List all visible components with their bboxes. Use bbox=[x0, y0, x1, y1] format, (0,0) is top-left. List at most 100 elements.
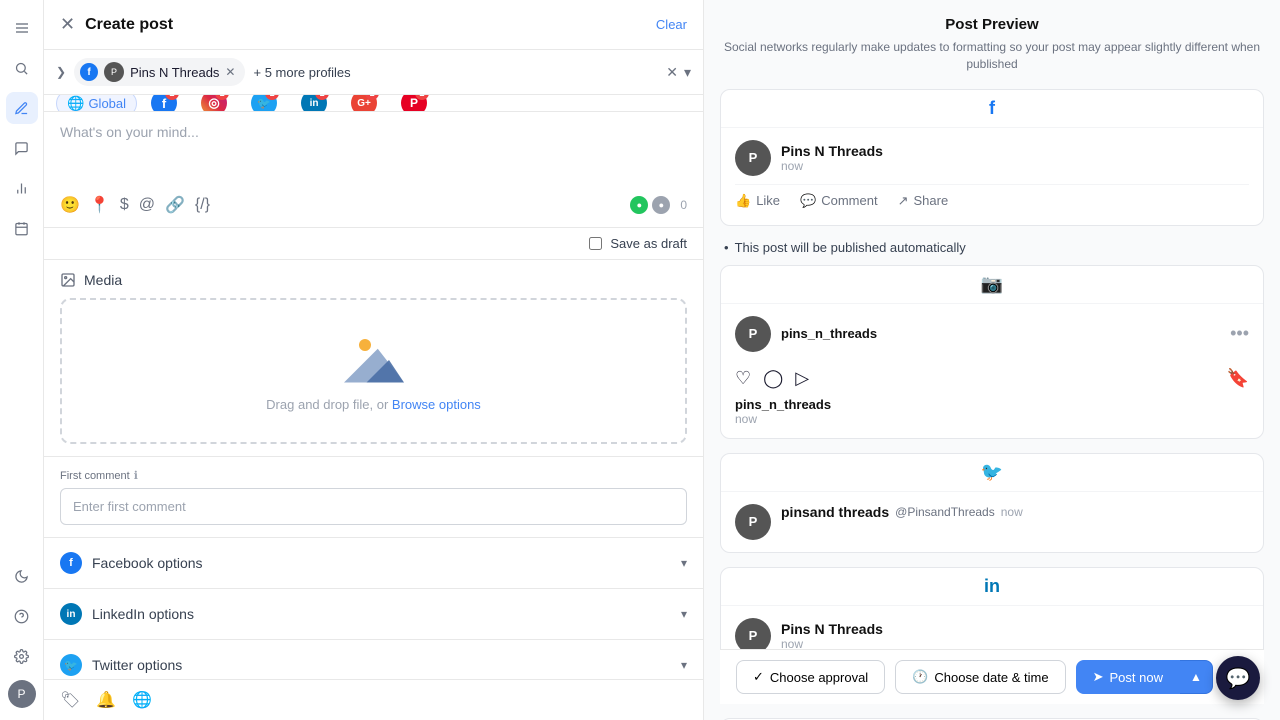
choose-date-time-button[interactable]: 🕐 Choose date & time bbox=[895, 660, 1065, 694]
emoji-icon[interactable]: 🙂 bbox=[60, 195, 80, 215]
like-icon: 👍 bbox=[735, 193, 751, 209]
post-now-caret-button[interactable]: ▲ bbox=[1180, 660, 1213, 694]
image-placeholder-icon bbox=[344, 330, 404, 385]
location-icon[interactable]: 📍 bbox=[90, 195, 110, 215]
linkedin-preview-logo: in bbox=[984, 576, 1000, 597]
code-icon[interactable]: {/} bbox=[195, 196, 210, 214]
facebook-options-left: f Facebook options bbox=[60, 552, 203, 574]
composer-toolbar: 🙂 📍 $ @ 🔗 {/} ● ● 0 bbox=[60, 195, 687, 215]
instagram-name-caption: pins_n_threads bbox=[735, 397, 1249, 412]
facebook-icon: f bbox=[80, 63, 98, 81]
nav-help-icon[interactable] bbox=[6, 600, 38, 632]
facebook-preview-time: now bbox=[781, 159, 883, 173]
linkedin-options-header[interactable]: in LinkedIn options ▾ bbox=[44, 589, 703, 639]
save-draft-checkbox[interactable] bbox=[589, 237, 602, 250]
dropdown-profiles-icon[interactable]: ▾ bbox=[684, 64, 691, 81]
facebook-preview-name: Pins N Threads bbox=[781, 143, 883, 159]
tab-global[interactable]: 🌐 Global bbox=[56, 95, 137, 112]
comment-icon: 💬 bbox=[800, 193, 816, 209]
tab-linkedin[interactable]: in 1 bbox=[291, 95, 337, 112]
composer-input[interactable] bbox=[60, 124, 687, 184]
nav-analytics-icon[interactable] bbox=[6, 172, 38, 204]
tab-global-label: Global bbox=[88, 96, 126, 111]
facebook-preview-body: P Pins N Threads now 👍 Like 💬 Comment bbox=[721, 128, 1263, 225]
close-button[interactable]: ✕ bbox=[60, 14, 75, 35]
create-post-panel: ✕ Create post Clear ❯ f P Pins N Threads… bbox=[44, 0, 704, 720]
link-icon[interactable]: 🔗 bbox=[165, 195, 185, 215]
facebook-options-chevron: ▾ bbox=[681, 556, 687, 570]
composer: 🙂 📍 $ @ 🔗 {/} ● ● 0 bbox=[44, 112, 703, 228]
facebook-tab-icon: f 2 bbox=[151, 95, 177, 112]
facebook-preview-logo: f bbox=[989, 98, 995, 119]
more-profiles-button[interactable]: + 5 more profiles bbox=[253, 65, 350, 80]
twitter-preview-avatar: P bbox=[735, 504, 771, 540]
tab-facebook[interactable]: f 2 bbox=[141, 95, 187, 112]
share-icon: ↗ bbox=[898, 193, 909, 209]
left-sidebar: P bbox=[0, 0, 44, 720]
chat-bubble-button[interactable]: 💬 bbox=[1216, 656, 1260, 700]
clock-icon: 🕐 bbox=[912, 669, 928, 685]
facebook-options-header[interactable]: f Facebook options ▾ bbox=[44, 538, 703, 588]
globe-icon: 🌐 bbox=[67, 95, 84, 112]
instagram-actions: ♡ ◯ ▷ 🔖 bbox=[735, 360, 1249, 397]
status-dot-green: ● bbox=[630, 196, 648, 214]
nav-search-icon[interactable] bbox=[6, 52, 38, 84]
ig-bookmark-icon[interactable]: 🔖 bbox=[1227, 368, 1249, 389]
facebook-share-btn[interactable]: ↗ Share bbox=[898, 193, 949, 209]
save-draft-row: Save as draft bbox=[44, 228, 703, 260]
nav-settings-icon[interactable] bbox=[6, 640, 38, 672]
action-buttons-bar: ✓ Choose approval 🕐 Choose date & time ➤… bbox=[720, 649, 1264, 704]
profile-chip[interactable]: f P Pins N Threads ✕ bbox=[74, 58, 245, 86]
instagram-preview-avatar: P bbox=[735, 316, 771, 352]
first-comment-section: First comment ℹ bbox=[44, 457, 703, 538]
remove-chip-button[interactable]: ✕ bbox=[225, 65, 235, 79]
nav-menu-icon[interactable] bbox=[6, 12, 38, 44]
clear-button[interactable]: Clear bbox=[656, 17, 687, 32]
toolbar-tag-icon[interactable]: 🏷 bbox=[60, 690, 80, 710]
ig-heart-icon[interactable]: ♡ bbox=[735, 368, 751, 389]
nav-calendar-icon[interactable] bbox=[6, 212, 38, 244]
tab-instagram[interactable]: ◎ 1 bbox=[191, 95, 237, 112]
facebook-preview-actions: 👍 Like 💬 Comment ↗ Share bbox=[735, 184, 1249, 213]
toolbar-globe-icon[interactable]: 🌐 bbox=[132, 690, 152, 710]
like-label: Like bbox=[756, 193, 780, 208]
network-tabs: 🌐 Global f 2 ◎ 1 🐦 1 in 1 bbox=[44, 95, 703, 112]
facebook-badge: 2 bbox=[165, 95, 179, 100]
browse-options-link[interactable]: Browse options bbox=[392, 397, 481, 412]
tab-pinterest[interactable]: P 2 bbox=[391, 95, 437, 112]
toolbar-notification-icon[interactable]: 🔔 bbox=[96, 690, 116, 710]
info-icon: ℹ bbox=[134, 469, 138, 482]
instagram-more-options[interactable]: ••• bbox=[1230, 323, 1249, 344]
post-now-button[interactable]: ➤ Post now bbox=[1076, 660, 1180, 694]
choose-date-time-label: Choose date & time bbox=[934, 670, 1048, 685]
preview-title: Post Preview bbox=[720, 16, 1264, 33]
drop-zone[interactable]: Drag and drop file, or Browse options bbox=[60, 298, 687, 444]
linkedin-preview-name: Pins N Threads bbox=[781, 621, 883, 637]
nav-moon-icon[interactable] bbox=[6, 560, 38, 592]
choose-approval-button[interactable]: ✓ Choose approval bbox=[736, 660, 885, 694]
user-avatar[interactable]: P bbox=[8, 680, 36, 708]
nav-inbox-icon[interactable] bbox=[6, 132, 38, 164]
comment-label: Comment bbox=[821, 193, 877, 208]
twitter-preview-info: pinsand threads @PinsandThreads now bbox=[781, 504, 1249, 520]
instagram-preview-card: 📷 P pins_n_threads ••• ♡ ◯ ▷ 🔖 bbox=[720, 265, 1264, 439]
first-comment-input[interactable] bbox=[60, 488, 687, 525]
close-profiles-icon[interactable]: ✕ bbox=[666, 64, 678, 81]
composer-status-icons: ● ● bbox=[630, 196, 670, 214]
facebook-like-btn[interactable]: 👍 Like bbox=[735, 193, 780, 209]
ig-comment-icon[interactable]: ◯ bbox=[763, 368, 783, 389]
dollar-icon[interactable]: $ bbox=[120, 196, 129, 214]
ig-share-icon[interactable]: ▷ bbox=[795, 368, 809, 389]
tab-google[interactable]: G+ 1 bbox=[341, 95, 387, 112]
nav-compose-icon[interactable] bbox=[6, 92, 38, 124]
linkedin-options-icon: in bbox=[60, 603, 82, 625]
linkedin-tab-icon: in 1 bbox=[301, 95, 327, 112]
pinterest-tab-icon: P 2 bbox=[401, 95, 427, 112]
save-draft-label[interactable]: Save as draft bbox=[610, 236, 687, 251]
tab-twitter[interactable]: 🐦 1 bbox=[241, 95, 287, 112]
expand-button[interactable]: ❯ bbox=[56, 65, 66, 79]
linkedin-options-left: in LinkedIn options bbox=[60, 603, 194, 625]
at-icon[interactable]: @ bbox=[139, 196, 155, 214]
profile-bar: ❯ f P Pins N Threads ✕ + 5 more profiles… bbox=[44, 50, 703, 95]
facebook-comment-btn[interactable]: 💬 Comment bbox=[800, 193, 878, 209]
